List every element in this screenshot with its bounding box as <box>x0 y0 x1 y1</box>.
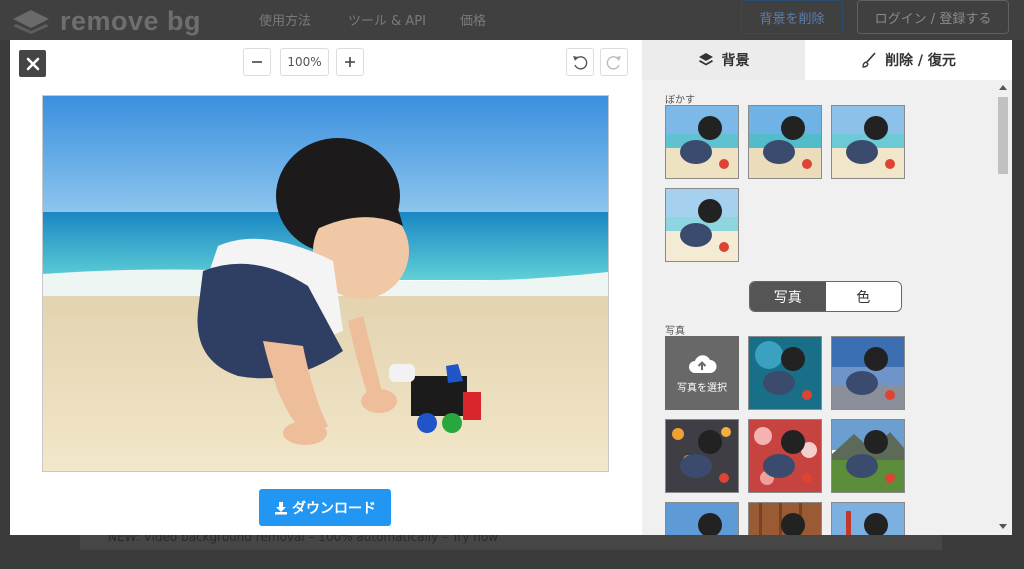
removebg-logo: remove bg <box>12 6 201 37</box>
plus-icon <box>345 57 355 67</box>
background-options-panel: 背景 削除 / 復元 ぼかす 写真 色 写真 写真を選択 <box>642 40 1012 535</box>
cloud-upload-icon <box>689 354 717 373</box>
download-label: ダウンロード <box>292 500 376 517</box>
nav-how-to[interactable]: 使用方法 <box>259 10 311 29</box>
brush-icon <box>862 52 876 68</box>
city-sunset-image <box>832 337 904 409</box>
redo-button[interactable] <box>600 48 628 76</box>
photo-background-thumb[interactable] <box>831 502 905 535</box>
toggle-color[interactable]: 色 <box>825 282 901 311</box>
photo-background-thumb[interactable] <box>748 336 822 410</box>
scroll-thumb[interactable] <box>998 97 1008 174</box>
photo-background-thumb[interactable] <box>748 502 822 535</box>
undo-icon <box>573 56 588 70</box>
logo-layers-icon <box>13 9 49 34</box>
panel-scrollbar[interactable] <box>995 80 1012 535</box>
zoom-out-button[interactable] <box>243 48 271 76</box>
zoom-in-button[interactable] <box>336 48 364 76</box>
blur-thumb[interactable] <box>748 105 822 179</box>
remove-background-button[interactable]: 背景を削除 <box>741 0 843 34</box>
red-bokeh-image <box>749 420 821 492</box>
photo-background-thumb[interactable] <box>831 336 905 410</box>
tab-erase-restore[interactable]: 削除 / 復元 <box>805 40 1012 80</box>
blur-preview-image <box>666 106 738 178</box>
select-photo-label: 写真を選択 <box>677 382 727 394</box>
blur-preview-image <box>832 106 904 178</box>
blur-thumb[interactable] <box>665 188 739 262</box>
nav-tools-api[interactable]: ツール & API <box>348 10 426 29</box>
bokeh-lights-image <box>666 420 738 492</box>
mountain-meadow-image <box>832 420 904 492</box>
redo-icon <box>606 56 621 70</box>
blur-thumb[interactable] <box>831 105 905 179</box>
beach-baby-image <box>43 96 608 471</box>
photo-color-toggle: 写真 色 <box>749 281 902 312</box>
close-button[interactable] <box>19 50 46 77</box>
nav-pricing[interactable]: 価格 <box>460 10 486 29</box>
blur-preview-image <box>749 106 821 178</box>
close-icon <box>26 57 39 70</box>
layers-icon <box>698 53 713 66</box>
download-button[interactable]: ダウンロード <box>259 489 391 526</box>
photo-background-thumb[interactable] <box>665 419 739 493</box>
blur-section-label: ぼかす <box>665 95 695 106</box>
teal-background-image <box>749 337 821 409</box>
photo-background-thumb[interactable] <box>831 419 905 493</box>
select-photo-button[interactable]: 写真を選択 <box>665 336 739 410</box>
tab-background-label: 背景 <box>721 53 750 69</box>
photo-section-label: 写真 <box>665 326 685 337</box>
edited-image-preview[interactable] <box>42 95 609 472</box>
tab-erase-restore-label: 削除 / 復元 <box>885 53 956 69</box>
scroll-up-arrow[interactable] <box>999 85 1007 90</box>
undo-button[interactable] <box>566 48 594 76</box>
photo-background-thumb[interactable] <box>665 502 739 535</box>
sky-background-image <box>666 503 738 535</box>
photo-background-thumb[interactable] <box>748 419 822 493</box>
bridge-background-image <box>832 503 904 535</box>
toggle-photo[interactable]: 写真 <box>750 282 826 311</box>
blur-thumb[interactable] <box>665 105 739 179</box>
tab-background[interactable]: 背景 <box>642 40 805 80</box>
logo-text: remove bg <box>60 6 202 36</box>
login-button[interactable]: ログイン / 登録する <box>857 0 1009 34</box>
wood-wall-image <box>749 503 821 535</box>
scroll-down-arrow[interactable] <box>999 524 1007 529</box>
download-icon <box>275 501 287 514</box>
zoom-level: 100% <box>280 48 329 76</box>
background-header: remove bg 使用方法 ツール & API 価格 背景を削除 ログイン /… <box>0 0 1024 40</box>
editor-modal: 100% ダウンロード 背景 削除 / 復元 ぼかす 写真 色 写真 写真を選択 <box>10 40 1012 535</box>
minus-icon <box>252 61 262 63</box>
blur-preview-image <box>666 189 738 261</box>
editor-canvas-area: 100% ダウンロード <box>10 40 642 535</box>
